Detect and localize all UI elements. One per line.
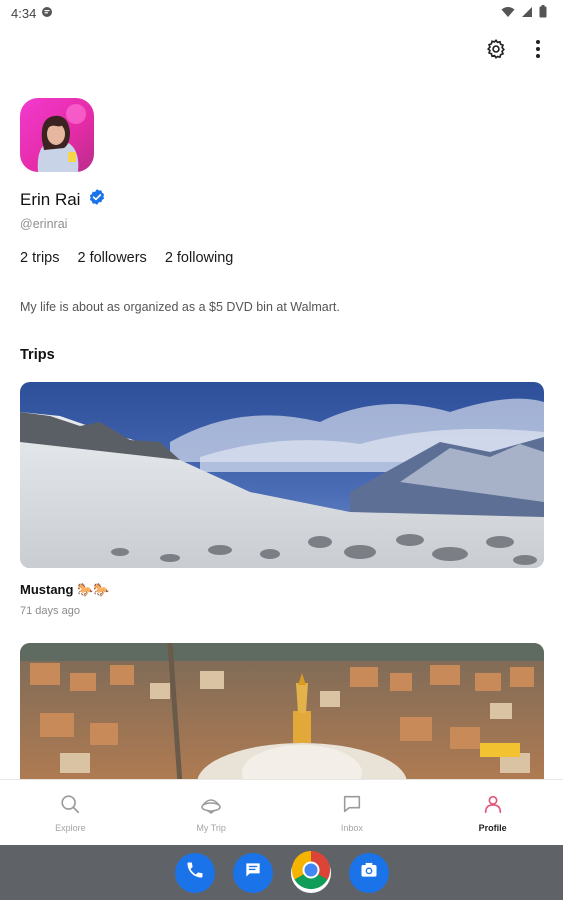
status-time: 4:34 — [11, 5, 37, 21]
search-icon — [59, 793, 81, 817]
phone-app-button[interactable] — [174, 852, 215, 893]
nav-my-trip-label: My Trip — [196, 822, 226, 833]
profile-handle: @erinrai — [20, 217, 68, 231]
nav-explore-label: Explore — [55, 822, 86, 833]
messages-app-button[interactable] — [232, 852, 273, 893]
nav-explore[interactable]: Explore — [0, 780, 141, 845]
top-actions — [481, 36, 553, 66]
nav-my-trip[interactable]: My Trip — [141, 780, 282, 845]
trip-icon — [199, 793, 223, 817]
verified-badge-icon — [88, 188, 106, 211]
battery-icon — [539, 5, 547, 21]
bottom-navigation: Explore My Trip Inbox Profile — [0, 779, 563, 845]
chat-icon — [341, 793, 363, 817]
profile-stats: 2 trips 2 followers 2 following — [20, 250, 233, 266]
system-dock — [0, 845, 563, 900]
trips-count[interactable]: 2 trips — [20, 250, 60, 266]
camera-app-button[interactable] — [348, 852, 389, 893]
nav-inbox-label: Inbox — [340, 822, 363, 833]
chrome-icon — [291, 850, 331, 895]
person-icon — [482, 793, 504, 817]
wifi-icon — [501, 6, 515, 21]
nav-profile[interactable]: Profile — [422, 780, 563, 845]
gear-icon — [485, 38, 507, 65]
status-bar: 4:34 — [0, 0, 563, 26]
nav-inbox[interactable]: Inbox — [282, 780, 423, 845]
chrome-app-button[interactable] — [290, 850, 331, 895]
trip-title[interactable]: Mustang 🐎🐎 — [20, 582, 109, 598]
nav-profile-label: Profile — [478, 822, 507, 833]
more-vertical-icon — [535, 39, 541, 64]
camera-icon — [359, 860, 379, 885]
trip-card-image[interactable] — [20, 643, 544, 783]
trip-time: 71 days ago — [20, 605, 80, 617]
trip-card-image[interactable] — [20, 382, 544, 568]
followers-count[interactable]: 2 followers — [78, 250, 147, 266]
name-row: Erin Rai — [20, 188, 106, 211]
trips-section-title: Trips — [20, 347, 55, 363]
notification-icon — [41, 6, 53, 21]
signal-icon — [521, 6, 533, 21]
phone-icon — [185, 860, 205, 885]
settings-button[interactable] — [481, 36, 511, 66]
profile-avatar[interactable] — [20, 98, 94, 172]
more-options-button[interactable] — [523, 36, 553, 66]
following-count[interactable]: 2 following — [165, 250, 234, 266]
messages-icon — [243, 860, 263, 885]
profile-bio: My life is about as organized as a $5 DV… — [20, 300, 340, 314]
profile-name: Erin Rai — [20, 189, 81, 209]
